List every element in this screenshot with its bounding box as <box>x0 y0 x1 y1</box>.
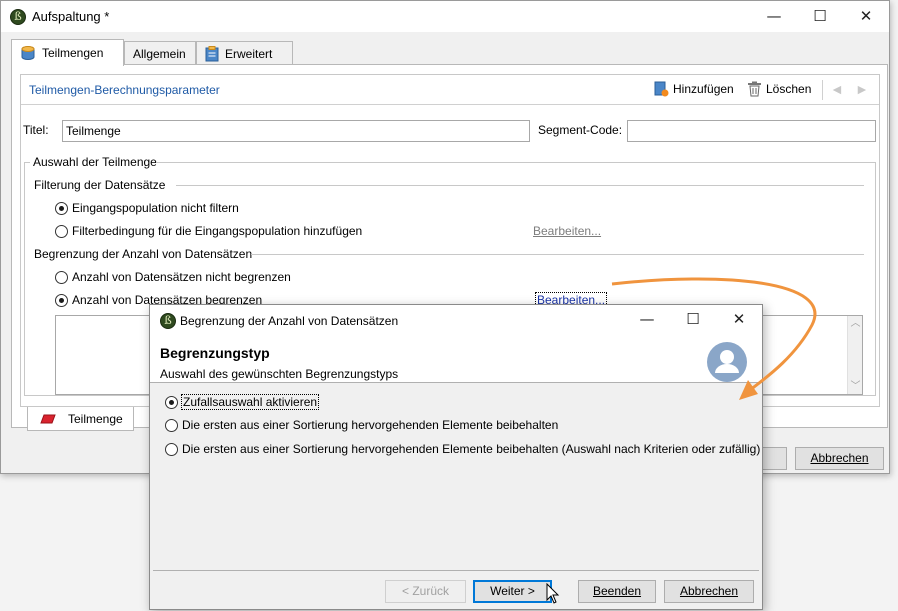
radio-label: Filterbedingung für die Eingangspopulati… <box>72 224 363 238</box>
tab-erweitert[interactable]: Erweitert <box>196 41 293 66</box>
filter-edit-link: Bearbeiten... <box>533 224 602 238</box>
filter-group-title: Filterung der Datensätze <box>34 178 166 192</box>
radio-label: Zufallsauswahl aktivieren <box>180 394 320 410</box>
radio-no-limit[interactable]: Anzahl von Datensätzen nicht begrenzen <box>55 270 291 284</box>
scroll-down-icon[interactable]: ﹀ <box>848 379 863 394</box>
add-icon <box>654 81 669 97</box>
cancel-button-label: Abbrechen <box>679 584 739 598</box>
radio-label: Anzahl von Datensätzen nicht begrenzen <box>72 270 291 284</box>
annotation-arrow <box>611 277 817 400</box>
tab-label: Erweitert <box>225 46 273 61</box>
delete-button[interactable]: Löschen <box>747 81 811 97</box>
finish-button[interactable]: Beenden <box>578 580 656 603</box>
title-label: Titel: <box>23 123 49 137</box>
add-button[interactable]: Hinzufügen <box>653 81 734 97</box>
dialog-subheading: Auswahl des gewünschten Begrenzungstyps <box>160 367 399 381</box>
title-bar: ß Aufspaltung * — ☐ ✕ <box>1 1 889 32</box>
dialog-cancel-button[interactable]: Abbrechen <box>664 580 754 603</box>
radio-button[interactable] <box>55 224 68 238</box>
add-button-label: Hinzufügen <box>673 82 734 96</box>
trash-icon <box>748 81 761 97</box>
arrow-left-icon[interactable]: ◄ <box>830 81 844 97</box>
radio-label: Die ersten aus einer Sortierung hervorge… <box>182 418 559 432</box>
segment-icon <box>40 414 56 423</box>
title-input[interactable] <box>62 120 530 142</box>
radio-button[interactable] <box>55 293 68 307</box>
tab-label: Teilmengen <box>42 45 104 60</box>
next-button-label: Weiter > <box>490 584 535 598</box>
radio-button[interactable] <box>165 395 178 409</box>
dialog-title: Begrenzung der Anzahl von Datensätzen <box>180 314 399 328</box>
segment-code-input[interactable] <box>627 120 876 142</box>
vertical-scrollbar[interactable]: ︿ ﹀ <box>847 316 862 394</box>
tab-teilmengen[interactable]: Teilmengen <box>11 39 124 66</box>
clipboard-icon <box>205 46 219 62</box>
radio-add-filter[interactable]: Filterbedingung für die Eingangspopulati… <box>55 224 362 238</box>
radio-label: Eingangspopulation nicht filtern <box>72 201 239 215</box>
toolbar-divider <box>822 80 823 100</box>
radio-random-selection[interactable]: Zufallsauswahl aktivieren <box>165 394 320 410</box>
next-button[interactable]: Weiter > <box>473 580 552 603</box>
radio-button[interactable] <box>165 418 178 432</box>
window-title: Aufspaltung * <box>32 9 110 24</box>
scroll-up-icon[interactable]: ︿ <box>848 316 863 331</box>
dialog-heading: Begrenzungstyp <box>160 345 270 361</box>
app-icon: ß <box>160 313 176 329</box>
limit-group-title: Begrenzung der Anzahl von Datensätzen <box>34 247 253 261</box>
segment-code-label: Segment-Code: <box>538 123 623 137</box>
app-icon: ß <box>10 9 26 25</box>
mouse-cursor-icon <box>546 583 560 604</box>
section-title: Teilmengen-Berechnungsparameter <box>29 83 220 97</box>
close-button[interactable]: ✕ <box>843 1 889 32</box>
tab-allgemein[interactable]: Allgemein <box>124 41 196 66</box>
arrow-right-icon[interactable]: ► <box>855 81 869 97</box>
tab-teilmenge-bottom[interactable]: Teilmenge <box>27 407 134 431</box>
tab-label: Allgemein <box>133 46 186 61</box>
back-button[interactable]: < Zurück <box>385 580 466 603</box>
cancel-button-label: Abbrechen <box>810 451 869 465</box>
minimize-button[interactable]: — <box>751 1 797 32</box>
maximize-button[interactable]: ☐ <box>797 1 843 32</box>
finish-button-label: Beenden <box>592 584 642 598</box>
delete-button-label: Löschen <box>766 82 812 96</box>
radio-sorted-first[interactable]: Die ersten aus einer Sortierung hervorge… <box>165 418 558 432</box>
radio-button[interactable] <box>165 442 178 456</box>
radio-no-filter[interactable]: Eingangspopulation nicht filtern <box>55 201 239 215</box>
radio-label: Die ersten aus einer Sortierung hervorge… <box>182 442 761 456</box>
section-header: Teilmengen-Berechnungsparameter Hinzufüg… <box>21 75 879 105</box>
main-cancel-button[interactable]: Abbrechen <box>795 447 884 470</box>
database-icon <box>21 46 35 60</box>
radio-button[interactable] <box>55 270 68 284</box>
bottom-tab-label: Teilmenge <box>68 411 123 426</box>
radio-sorted-first-criteria[interactable]: Die ersten aus einer Sortierung hervorge… <box>165 442 760 456</box>
radio-button[interactable] <box>55 201 68 215</box>
